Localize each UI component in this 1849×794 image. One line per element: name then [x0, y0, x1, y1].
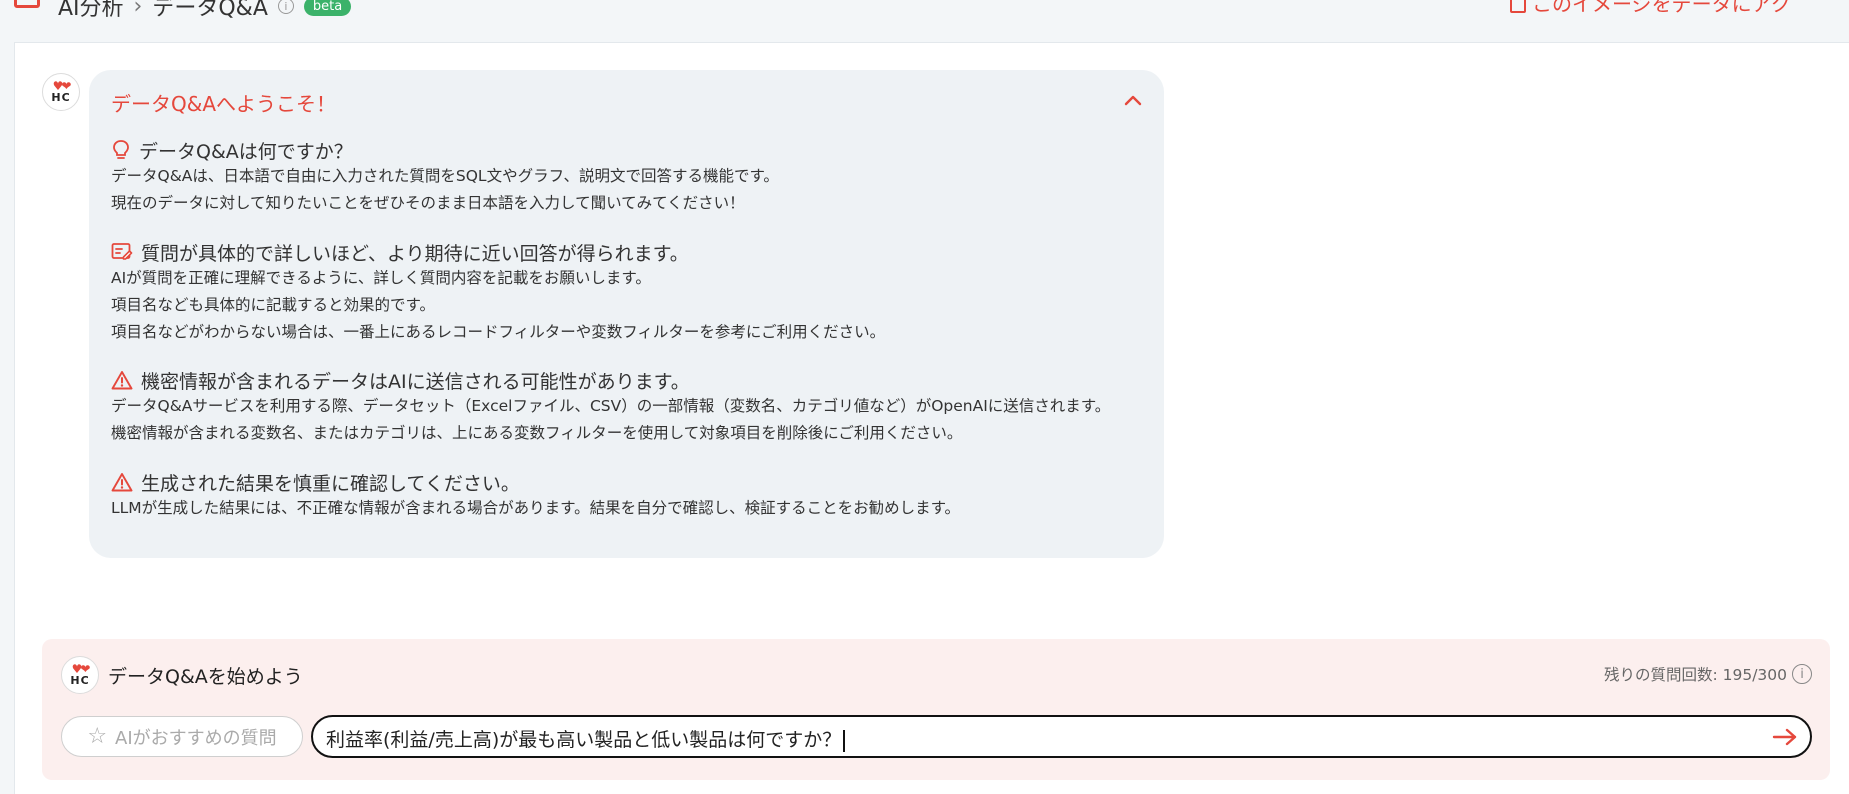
chevron-up-icon — [1124, 95, 1142, 106]
suggested-questions-label: AIがおすすめの質問 — [115, 727, 277, 749]
remaining-count-label: 残りの質問回数: 195/300 — [1603, 666, 1787, 684]
bot-avatar: ♥❤ HC — [42, 73, 80, 111]
question-input[interactable]: 利益率(利益/売上高)が最も高い製品と低い製品は何ですか？ — [311, 715, 1812, 758]
remaining-count: 残りの質問回数: 195/300 i — [1604, 663, 1812, 685]
beta-badge: beta — [303, 0, 352, 16]
welcome-section-what: データQ&Aは何ですか？ データQ&Aは、日本語で自由に入力された質問をSQL文… — [111, 137, 779, 217]
section-text: データQ&Aは、日本語で自由に入力された質問をSQL文やグラフ、説明文で回答する… — [111, 167, 779, 185]
section-text: 項目名なども具体的に記載すると効果的です。 — [111, 296, 435, 314]
logo-letters: HC — [51, 91, 71, 104]
welcome-section-verify: 生成された結果を慎重に確認してください。 LLMが生成した結果には、不正確な情報… — [111, 469, 960, 522]
section-text: 項目名などがわからない場合は、一番上にあるレコードフィルターや変数フィルターを参… — [111, 323, 886, 341]
send-button[interactable] — [1772, 725, 1798, 749]
export-link-label: このイメージをデータにアク — [1532, 0, 1791, 16]
info-icon[interactable]: i — [277, 0, 294, 14]
question-input-value: 利益率(利益/売上高)が最も高い製品と低い製品は何ですか？ — [326, 725, 845, 752]
export-link[interactable]: このイメージをデータにアク — [1510, 0, 1791, 17]
breadcrumb-separator: › — [133, 0, 143, 19]
section-text: 現在のデータに対して知りたいことをぜひそのまま日本語を入力して聞いてみてください… — [111, 194, 745, 212]
collapse-button[interactable] — [1122, 90, 1144, 112]
welcome-section-tips: 質問が具体的で詳しいほど、より期待に近い回答が得られます。 AIが質問を正確に理… — [111, 239, 885, 346]
welcome-card: データQ&Aへようこそ！ データQ&Aは何ですか？ データQ&Aは、日本語で自由… — [89, 70, 1164, 558]
info-icon[interactable]: i — [1792, 664, 1812, 684]
arrow-right-icon — [1772, 728, 1797, 746]
breadcrumb-root[interactable]: AI分析 — [58, 0, 124, 22]
welcome-title: データQ&Aへようこそ！ — [111, 92, 337, 116]
suggested-questions-button[interactable]: ☆ AIがおすすめの質問 — [61, 716, 303, 757]
warning-icon — [111, 473, 133, 492]
lightbulb-icon — [113, 140, 129, 159]
welcome-section-privacy: 機密情報が含まれるデータはAIに送信される可能性があります。 データQ&Aサービ… — [111, 367, 1110, 447]
text-caret — [843, 729, 845, 752]
section-heading: 質問が具体的で詳しいほど、より期待に近い回答が得られます。 — [141, 242, 689, 265]
top-bar: AI分析 › データQ&A i beta このイメージをデータにアク — [0, 0, 1849, 42]
logo-letters: HC — [70, 674, 90, 687]
document-icon — [1510, 0, 1526, 13]
edit-note-icon — [111, 243, 133, 260]
compose-panel: ♥❤ HC データQ&Aを始めよう 残りの質問回数: 195/300 i ☆ A… — [42, 639, 1830, 780]
chat-icon — [14, 0, 40, 8]
section-heading: データQ&Aは何ですか？ — [139, 140, 353, 163]
section-text: AIが質問を正確に理解できるように、詳しく質問内容を記載をお願いします。 — [111, 269, 651, 287]
star-icon: ☆ — [87, 724, 108, 749]
section-heading: 機密情報が含まれるデータはAIに送信される可能性があります。 — [141, 370, 690, 393]
section-heading: 生成された結果を慎重に確認してください。 — [141, 472, 520, 495]
compose-title: データQ&Aを始めよう — [108, 666, 303, 688]
bot-avatar: ♥❤ HC — [61, 656, 99, 694]
section-text: データQ&Aサービスを利用する際、データセット（Excelファイル、CSV）の一… — [111, 397, 1111, 415]
section-text: LLMが生成した結果には、不正確な情報が含まれる場合があります。結果を自分で確認… — [111, 499, 961, 517]
section-text: 機密情報が含まれる変数名、またはカテゴリは、上にある変数フィルターを使用して対象… — [111, 424, 963, 442]
breadcrumb-current: データQ&A — [152, 0, 268, 21]
question-input-text: 利益率(利益/売上高)が最も高い製品と低い製品は何ですか？ — [326, 729, 842, 751]
warning-icon — [111, 371, 133, 390]
breadcrumb: AI分析 › データQ&A i beta — [58, 0, 352, 22]
